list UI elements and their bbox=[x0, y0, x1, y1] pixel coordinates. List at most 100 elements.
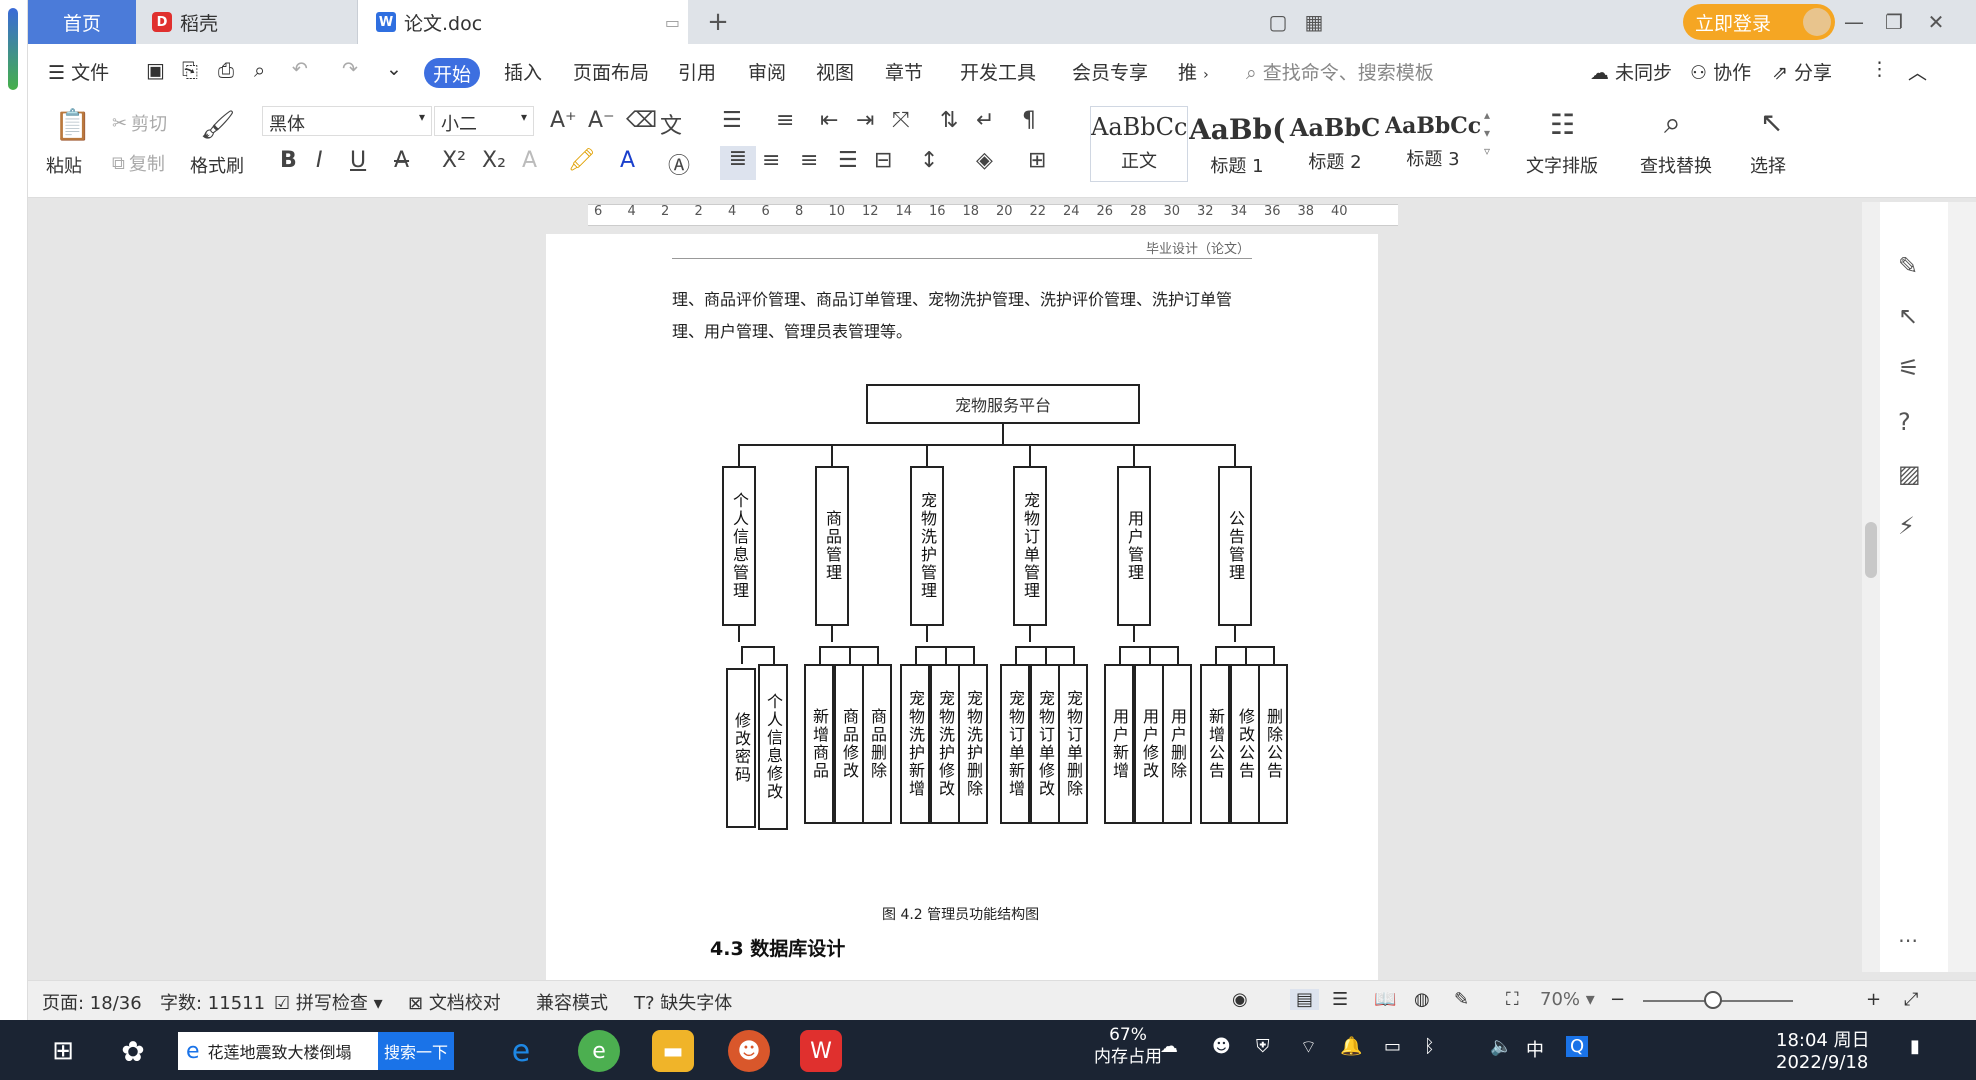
shading-icon[interactable]: ◈ bbox=[976, 148, 993, 173]
window-grip[interactable] bbox=[8, 8, 18, 90]
image-icon[interactable]: ▨ bbox=[1898, 460, 1921, 488]
superscript-icon[interactable]: X² bbox=[442, 148, 466, 173]
tab-document[interactable]: W 论文.doc ▭ bbox=[358, 0, 688, 44]
sync-status[interactable]: ☁ 未同步 bbox=[1590, 58, 1672, 85]
volume-icon[interactable]: 🔈 bbox=[1490, 1036, 1512, 1057]
menu-page-layout[interactable]: 页面布局 bbox=[573, 58, 649, 85]
browser-360-icon[interactable]: e bbox=[578, 1030, 620, 1072]
distributed-icon[interactable]: ⊟ bbox=[874, 148, 892, 173]
undo-icon[interactable]: ↶ bbox=[292, 58, 308, 80]
compat-mode[interactable]: 兼容模式 bbox=[536, 989, 608, 1015]
page-count[interactable]: 页面: 18/36 bbox=[42, 989, 142, 1015]
zoom-level[interactable]: 70% ▾ bbox=[1540, 989, 1595, 1010]
screen-icon[interactable]: ▭ bbox=[665, 13, 680, 32]
direction-icon[interactable]: ↵ bbox=[976, 108, 994, 133]
menu-chapter[interactable]: 章节 bbox=[885, 58, 923, 85]
bluetooth-icon[interactable]: ᛒ bbox=[1424, 1036, 1435, 1057]
menu-member[interactable]: 会员专享 bbox=[1072, 58, 1148, 85]
borders-icon[interactable]: ⊞ bbox=[1028, 148, 1046, 173]
wps-icon[interactable]: W bbox=[800, 1030, 842, 1072]
underline-icon[interactable]: U bbox=[350, 148, 366, 173]
fullscreen-icon[interactable]: ⤢ bbox=[1904, 989, 1918, 1010]
style-heading3[interactable]: AaBbCcl 标题 3 bbox=[1384, 106, 1482, 182]
font-color-icon[interactable]: A bbox=[620, 148, 635, 173]
menu-review[interactable]: 审阅 bbox=[748, 58, 786, 85]
styles-scroll-icon[interactable]: ▴ ▾ ▿ bbox=[1484, 106, 1490, 160]
more-dots-icon[interactable]: ⋯ bbox=[1898, 928, 1918, 952]
menu-references[interactable]: 引用 bbox=[678, 58, 716, 85]
menu-insert[interactable]: 插入 bbox=[504, 58, 542, 85]
command-search[interactable]: ⌕ 查找命令、搜索模板 bbox=[1246, 58, 1434, 85]
ie-browser-icon[interactable]: e bbox=[500, 1030, 542, 1072]
save-icon[interactable]: ▣ bbox=[146, 58, 165, 82]
close-icon[interactable]: ✕ bbox=[1922, 8, 1950, 36]
format-painter-button[interactable]: 格式刷 bbox=[190, 152, 244, 178]
clear-format-icon[interactable]: ⌫ bbox=[626, 108, 657, 133]
clock-time[interactable]: 18:04 周日 bbox=[1776, 1026, 1870, 1052]
file-menu[interactable]: ☰ 文件 bbox=[48, 58, 109, 85]
minimize-icon[interactable]: — bbox=[1840, 8, 1868, 36]
style-normal[interactable]: AaBbCcI 正文 bbox=[1090, 106, 1188, 182]
file-explorer-icon[interactable]: ▬ bbox=[652, 1030, 694, 1072]
tab-daoke[interactable]: D 稻壳 bbox=[138, 0, 358, 44]
align-left-icon[interactable]: ≣ bbox=[720, 146, 756, 180]
export-icon[interactable]: ⎘ bbox=[182, 58, 198, 82]
app-flower-icon[interactable]: ✿ bbox=[112, 1030, 154, 1072]
edit-icon[interactable]: ✎ bbox=[1898, 252, 1918, 280]
text-effect-icon[interactable]: A bbox=[522, 148, 537, 173]
strikethrough-icon[interactable]: A bbox=[394, 148, 409, 173]
notification-icon[interactable]: 🔔 bbox=[1340, 1036, 1362, 1057]
menu-developer[interactable]: 开发工具 bbox=[960, 58, 1036, 85]
doc-proofread[interactable]: ⊠ 文档校对 bbox=[408, 989, 501, 1015]
word-count[interactable]: 字数: 11511 bbox=[160, 989, 265, 1015]
search-go-button[interactable]: 搜索一下 bbox=[378, 1032, 454, 1070]
wifi-icon[interactable]: ⌔ bbox=[1300, 1036, 1317, 1059]
shrink-font-icon[interactable]: A⁻ bbox=[588, 108, 615, 133]
bullets-icon[interactable]: ☰ bbox=[722, 108, 742, 133]
font-family-select[interactable]: 黑体 ▾ bbox=[262, 106, 432, 136]
menu-start[interactable]: 开始 bbox=[424, 58, 480, 88]
cut-button[interactable]: ✂ 剪切 bbox=[112, 110, 167, 136]
collab-button[interactable]: ⚇ 协作 bbox=[1690, 58, 1751, 85]
vertical-scrollbar[interactable] bbox=[1862, 202, 1880, 972]
paste-button[interactable]: 粘贴 bbox=[46, 152, 82, 178]
zoom-in-icon[interactable]: + bbox=[1866, 989, 1881, 1010]
app-face-icon[interactable]: ☻ bbox=[728, 1030, 770, 1072]
memory-usage[interactable]: 67% 内存占用 bbox=[1094, 1024, 1162, 1068]
redo-icon[interactable]: ↷ bbox=[342, 58, 358, 80]
select-button[interactable]: 选择 bbox=[1750, 152, 1786, 178]
menu-view[interactable]: 视图 bbox=[816, 58, 854, 85]
collapse-ribbon-icon[interactable]: ︿ bbox=[1908, 58, 1927, 85]
spell-check[interactable]: ☑ 拼写检查 ▾ bbox=[274, 989, 383, 1015]
zoom-slider-knob[interactable] bbox=[1704, 991, 1722, 1009]
numbering-icon[interactable]: ≡ bbox=[776, 108, 794, 133]
battery-icon[interactable]: ▭ bbox=[1384, 1036, 1401, 1057]
copy-button[interactable]: ⧉ 复制 bbox=[112, 150, 165, 176]
sliders-icon[interactable]: ⚟ bbox=[1898, 354, 1920, 382]
preview-icon[interactable]: ⌕ bbox=[254, 58, 265, 82]
line-spacing-icon[interactable]: ↕ bbox=[920, 148, 938, 173]
page-view-icon[interactable]: ▤ bbox=[1290, 989, 1320, 1010]
new-tab-icon[interactable]: + bbox=[704, 7, 732, 37]
outline-view-icon[interactable]: ☰ bbox=[1332, 989, 1348, 1010]
ime-indicator[interactable]: 中 bbox=[1526, 1036, 1544, 1062]
share-button[interactable]: ⇗ 分享 bbox=[1772, 58, 1832, 85]
web-view-icon[interactable]: ◍ bbox=[1414, 989, 1430, 1010]
missing-font[interactable]: T? 缺失字体 bbox=[634, 989, 732, 1015]
login-button[interactable]: 立即登录 bbox=[1683, 4, 1835, 40]
subscript-icon[interactable]: X₂ bbox=[482, 148, 506, 173]
grow-font-icon[interactable]: A⁺ bbox=[550, 108, 577, 133]
zoom-out-icon[interactable]: − bbox=[1610, 989, 1625, 1010]
char-border-icon[interactable]: Ⓐ bbox=[668, 148, 690, 180]
text-layout-button[interactable]: 文字排版 bbox=[1526, 152, 1598, 178]
show-marks-icon[interactable]: ¶ bbox=[1022, 108, 1036, 133]
tray-app-icon[interactable]: ☻ bbox=[1212, 1036, 1231, 1057]
more-icon[interactable]: ⋮ bbox=[1870, 58, 1889, 80]
find-replace-button[interactable]: 查找替换 bbox=[1640, 152, 1712, 178]
show-desktop-icon[interactable]: ▮ bbox=[1910, 1036, 1920, 1057]
italic-icon[interactable]: I bbox=[316, 148, 323, 173]
qq-icon[interactable]: Q bbox=[1566, 1036, 1589, 1057]
sort-icon[interactable]: ⇅ bbox=[940, 108, 958, 133]
align-right-icon[interactable]: ≡ bbox=[800, 148, 818, 173]
tray-shield-icon[interactable]: ⛨ bbox=[1256, 1036, 1270, 1057]
